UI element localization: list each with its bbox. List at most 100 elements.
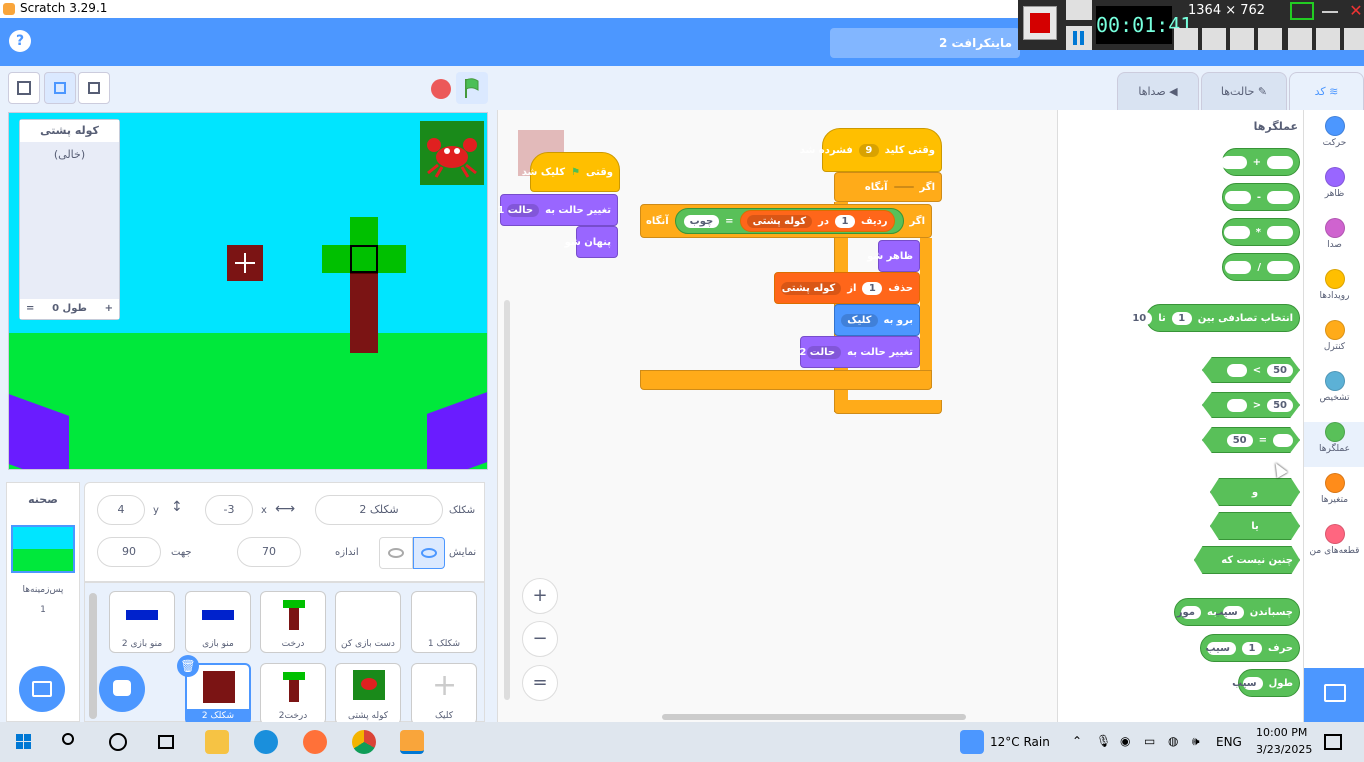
zoom-in-button[interactable]: + — [522, 578, 558, 614]
script-horizontal-scrollbar[interactable] — [662, 714, 966, 720]
language-indicator[interactable]: ENG — [1216, 735, 1242, 749]
category-motion[interactable]: حرکت — [1304, 116, 1364, 161]
sprite-name-input[interactable]: شکلک 2 — [315, 495, 443, 525]
clock-time[interactable]: 10:00 PM — [1256, 726, 1307, 739]
sprite-tile[interactable]: درخت2 — [260, 663, 326, 725]
chrome-icon[interactable] — [352, 730, 376, 754]
when-flag-clicked-block[interactable]: وقتی ⚑ کلیک شد — [522, 152, 620, 192]
project-title-input[interactable]: ماینکرافت 2 — [830, 28, 1020, 58]
tray-chevron-icon[interactable]: ⌃ — [1072, 734, 1082, 748]
category-my-blocks[interactable]: قطعه‌های من — [1304, 524, 1364, 569]
letter-of-block[interactable]: حرف 1 سیب — [1200, 634, 1300, 662]
file-explorer-icon[interactable] — [205, 730, 229, 754]
script-vertical-scrollbar[interactable] — [504, 300, 510, 700]
record-stop-button[interactable] — [1023, 6, 1057, 40]
item-of-list-reporter[interactable]: ردیف 1 در کوله پشتی — [739, 210, 895, 232]
tab-costumes[interactable]: حالت‌ها ✎ — [1201, 72, 1287, 112]
less-than-block[interactable]: 50 < — [1202, 392, 1300, 418]
category-sound[interactable]: صدا — [1304, 218, 1364, 263]
category-control[interactable]: کنترل — [1304, 320, 1364, 365]
block-palette[interactable]: عملگرها + - * / انتخاب تصادفی بین 1 تا 10 5… — [1057, 110, 1303, 722]
sprite-list-scrollbar[interactable] — [89, 593, 97, 719]
zoom-out-button[interactable]: − — [522, 621, 558, 657]
join-block[interactable]: چسباندن سیب به موز — [1174, 598, 1300, 626]
list-equals-handle[interactable]: = — [26, 299, 34, 319]
empty-condition-slot[interactable] — [893, 186, 914, 188]
sprite-tile[interactable]: درخت — [260, 591, 326, 653]
task-view-icon[interactable] — [154, 730, 178, 754]
not-block[interactable]: چنین نیست که — [1194, 546, 1300, 574]
category-events[interactable]: رویدادها — [1304, 269, 1364, 314]
direction-input[interactable]: 90 — [97, 537, 161, 567]
hide-block[interactable]: پنهان شو — [565, 226, 618, 258]
large-stage-button[interactable] — [78, 72, 110, 104]
tab-code[interactable]: کد ≋ — [1289, 72, 1364, 112]
stage-canvas[interactable]: کوله پشتی (خالی) = طول 0 + — [8, 112, 488, 470]
divide-operator-block[interactable]: / — [1222, 253, 1300, 281]
settings-gear-icon[interactable] — [1344, 28, 1364, 50]
subtract-operator-block[interactable]: - — [1222, 183, 1300, 211]
if-then-block[interactable]: اگر آنگاه — [834, 172, 942, 202]
weather-icon[interactable] — [960, 730, 984, 754]
sprite-tile[interactable]: منو بازی — [185, 591, 251, 653]
category-looks[interactable]: ظاهر — [1304, 167, 1364, 212]
edge-icon[interactable] — [254, 730, 278, 754]
sprite-tile[interactable]: منو بازی 2 — [109, 591, 175, 653]
firefox-icon[interactable] — [303, 730, 327, 754]
microphone-icon[interactable] — [1202, 28, 1226, 50]
clock-date[interactable]: 3/23/2025 — [1256, 743, 1312, 756]
choose-sprite-button[interactable] — [99, 666, 145, 712]
folder-icon[interactable] — [1316, 28, 1340, 50]
backdrop-thumbnail[interactable] — [11, 525, 75, 573]
help-button[interactable]: ? — [9, 30, 31, 52]
zoom-reset-button[interactable]: = — [522, 665, 558, 701]
stop-sign-button[interactable] — [431, 79, 451, 99]
list-add-button[interactable]: + — [105, 299, 113, 319]
costume-dropdown[interactable]: حالت 1 — [497, 203, 540, 217]
microphone-tray-icon[interactable]: 🎙 — [1096, 734, 1111, 748]
pause-button[interactable] — [1066, 26, 1092, 50]
delete-item-block[interactable]: حذف 1 از کوله پشتی — [774, 272, 920, 304]
hide-visible-button[interactable] — [379, 537, 413, 569]
fullscreen-button[interactable] — [8, 72, 40, 104]
switch-costume-block[interactable]: تغییر حالت به حالت 1 — [497, 194, 618, 226]
or-block[interactable]: یا — [1210, 512, 1300, 540]
sprite-tile[interactable]: + کلیک — [411, 663, 477, 725]
network-icon[interactable]: ◍ — [1168, 734, 1178, 748]
notifications-icon[interactable] — [1324, 734, 1342, 750]
multiply-operator-block[interactable]: * — [1222, 218, 1300, 246]
minimize-icon[interactable] — [1318, 2, 1342, 20]
x-input[interactable]: -3 — [205, 495, 253, 525]
delete-sprite-trash-icon[interactable]: 🗑 — [177, 655, 199, 677]
category-variables[interactable]: متغیرها — [1304, 473, 1364, 518]
add-operator-block[interactable]: + — [1220, 148, 1300, 176]
pick-random-block[interactable]: انتخاب تصادفی بین 1 تا 10 — [1132, 304, 1300, 332]
battery-icon[interactable]: ▭ — [1144, 734, 1155, 748]
speaker-icon[interactable] — [1174, 28, 1198, 50]
if-item-equals-block[interactable]: اگر ردیف 1 در کوله پشتی = چوب آنگاه — [640, 204, 932, 238]
scratch-taskbar-icon[interactable] — [400, 730, 424, 754]
go-to-block[interactable]: برو به کلیک — [834, 304, 920, 336]
when-key-pressed-block[interactable]: وقتی کلید 9 فشرده شد — [800, 128, 942, 172]
equals-block[interactable]: = 50 — [1202, 427, 1300, 453]
sprite-tile[interactable]: شکلک 1 — [411, 591, 477, 653]
category-operators[interactable]: عملگرها — [1304, 422, 1364, 467]
show-block[interactable]: ظاهر شو — [867, 240, 920, 272]
extensions-button[interactable] — [1304, 668, 1364, 722]
cortana-icon[interactable] — [106, 730, 130, 754]
and-block[interactable]: و — [1210, 478, 1300, 506]
crab-sprite[interactable] — [420, 121, 484, 185]
switch-costume-block-2[interactable]: تغییر حالت به حالت 2 — [799, 336, 920, 368]
windows-start-icon[interactable] — [12, 730, 36, 754]
size-input[interactable]: 70 — [237, 537, 301, 567]
small-stage-button[interactable] — [44, 72, 76, 104]
pen-icon[interactable] — [1288, 28, 1312, 50]
close-icon[interactable]: ✕ — [1344, 2, 1364, 20]
search-icon[interactable] — [58, 730, 82, 754]
key-dropdown[interactable]: 9 — [858, 143, 879, 157]
volume-icon[interactable]: 🕪 — [1192, 734, 1200, 749]
script-area[interactable]: وقتی ⚑ کلیک شد تغییر حالت به حالت 1 پنها… — [497, 110, 1066, 722]
green-flag-button[interactable] — [456, 72, 488, 104]
webcam-icon[interactable] — [1230, 28, 1254, 50]
maximize-icon[interactable] — [1290, 2, 1314, 20]
